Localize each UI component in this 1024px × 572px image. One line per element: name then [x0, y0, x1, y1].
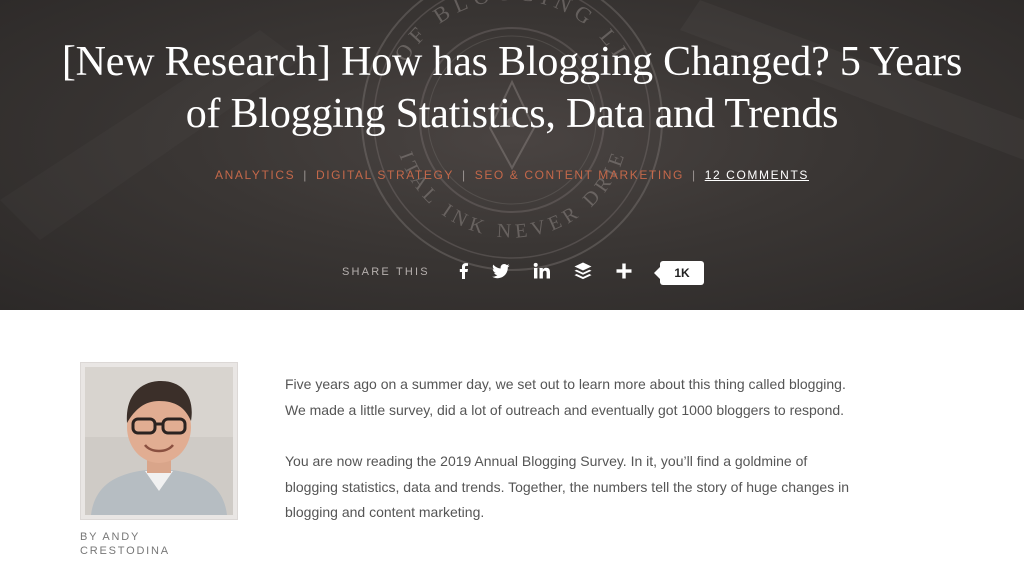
category-separator: | [462, 168, 467, 182]
article-body: Five years ago on a summer day, we set o… [285, 372, 860, 552]
page-title: [New Research] How has Blogging Changed?… [61, 39, 963, 137]
linkedin-icon[interactable] [532, 261, 552, 281]
share-label: SHARE THIS [342, 266, 430, 278]
category-links: ANALYTICS | DIGITAL STRATEGY | SEO & CONTENT… [0, 168, 1024, 182]
plus-icon[interactable] [614, 261, 634, 281]
category-separator: | [691, 168, 697, 182]
article-paragraph: Five years ago on a summer day, we set o… [285, 376, 846, 418]
author-byline: BY ANDY CRESTODINA [80, 531, 170, 557]
hero-header: OF BLOGGING LI GITAL INK NEVER DRIES [Ne… [0, 0, 1024, 310]
buffer-icon[interactable] [573, 261, 593, 281]
facebook-icon[interactable] [454, 261, 474, 281]
share-count-badge: 1K [654, 261, 704, 285]
category-digital-strategy-link[interactable]: DIGITAL STRATEGY [316, 168, 454, 182]
article-paragraph: You are now reading the 2019 Annual Blog… [285, 453, 849, 520]
author-photo [85, 367, 233, 515]
category-separator: | [303, 168, 308, 182]
twitter-icon[interactable] [491, 261, 511, 281]
author-avatar [80, 362, 238, 520]
category-analytics-link[interactable]: ANALYTICS [215, 168, 295, 182]
category-seo-content-marketing-link[interactable]: SEO & CONTENT MARKETING [475, 168, 684, 182]
comments-link[interactable]: 12 COMMENTS [705, 168, 809, 182]
